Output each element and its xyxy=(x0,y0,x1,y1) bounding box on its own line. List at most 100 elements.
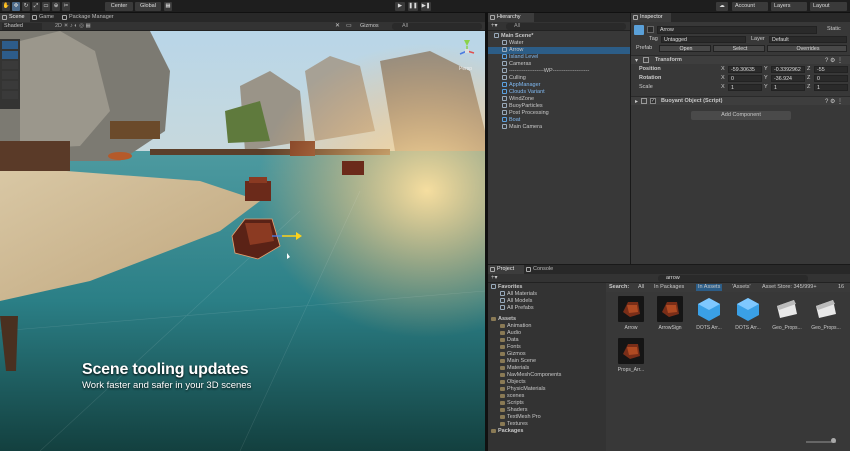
asset-tile[interactable]: DOTS Arr... xyxy=(731,296,765,336)
project-folder[interactable]: Objects xyxy=(488,379,526,386)
move-tool-icon[interactable]: ✥ xyxy=(12,2,20,11)
scale-y-axis-label[interactable]: Y xyxy=(764,84,768,91)
asset-tile[interactable]: Props_Arr... xyxy=(614,338,648,378)
shading-mode-dropdown[interactable]: Shaded xyxy=(2,23,42,30)
rect-tool-icon[interactable]: ▭ xyxy=(42,2,50,11)
rotation-z-axis-label[interactable]: Z xyxy=(807,75,810,82)
asset-tile[interactable]: Arrow xyxy=(614,296,648,336)
favorite-item[interactable]: All Models xyxy=(488,298,532,305)
position-x-axis-label[interactable]: X xyxy=(721,66,725,73)
grid-snap-icon[interactable]: ▦ xyxy=(164,2,172,11)
favorite-item[interactable]: All Materials xyxy=(488,291,537,298)
hierarchy-item[interactable]: Main Scene* xyxy=(488,33,630,40)
scale-tool-icon[interactable]: ⤢ xyxy=(32,2,40,11)
position-z-axis-label[interactable]: Z xyxy=(807,66,810,73)
position-x-field[interactable]: -59.30635 xyxy=(728,66,762,73)
project-folder[interactable]: Textures xyxy=(488,421,528,428)
rotate-tool-icon[interactable]: ↻ xyxy=(22,2,30,11)
rotation-y-axis-label[interactable]: Y xyxy=(764,75,768,82)
project-folder[interactable]: Fonts xyxy=(488,344,521,351)
project-folder[interactable]: Scripts xyxy=(488,400,524,407)
rotation-x-field[interactable]: 0 xyxy=(728,75,762,82)
project-folder[interactable]: Audio xyxy=(488,330,521,337)
persp-label[interactable]: Persp xyxy=(459,66,472,72)
scale-z-axis-label[interactable]: Z xyxy=(807,84,810,91)
fold-arrow-icon[interactable]: ▾ xyxy=(635,57,638,64)
cloud-icon[interactable]: ☁ xyxy=(716,2,728,11)
slider-handle[interactable] xyxy=(831,438,836,443)
overlay-move-icon[interactable] xyxy=(2,41,18,49)
position-y-axis-label[interactable]: Y xyxy=(764,66,768,73)
packages-folder[interactable]: Packages xyxy=(488,428,523,435)
hierarchy-item[interactable]: AppManager xyxy=(488,82,630,89)
static-toggle[interactable]: Static xyxy=(827,26,841,33)
component-menu-icon[interactable]: ? ⚙ ⋮ xyxy=(825,98,843,105)
search-filter-0[interactable]: All xyxy=(636,284,646,291)
layer-dropdown[interactable]: Default xyxy=(769,36,847,43)
project-folder[interactable]: Shaders xyxy=(488,407,528,414)
overlay-rect-icon[interactable] xyxy=(2,71,18,79)
buoyant-object-header[interactable]: ▸ ✓ Buoyant Object (Script) ? ⚙ ⋮ xyxy=(631,96,850,105)
transform-header[interactable]: ▾ Transform ? ⚙ ⋮ xyxy=(631,55,850,64)
scale-y-field[interactable]: 1 xyxy=(771,84,805,91)
asset-tile[interactable]: Geo_Props... xyxy=(770,296,804,336)
prefab-overrides-dropdown[interactable]: Overrides xyxy=(767,45,847,52)
scene-gizmo[interactable]: Persp xyxy=(455,37,483,75)
project-folder[interactable]: TextMesh Pro xyxy=(488,414,541,421)
project-folder[interactable]: Animation xyxy=(488,323,531,330)
overlay-rotate-icon[interactable] xyxy=(2,51,18,59)
buoy-object-right[interactable] xyxy=(342,161,364,175)
tab-console[interactable]: Console xyxy=(524,265,560,274)
fold-arrow-icon[interactable]: ▸ xyxy=(635,98,638,105)
scene-view-options[interactable]: 2D ☀ ♪ ◐ ◎ ▦ xyxy=(55,23,91,30)
hierarchy-item[interactable]: BuoyParticles xyxy=(488,103,630,110)
hierarchy-item[interactable]: Island Level xyxy=(488,54,630,61)
custom-tool-icon[interactable]: ✂ xyxy=(62,2,70,11)
project-folder[interactable]: NavMeshComponents xyxy=(488,372,561,379)
tag-dropdown[interactable]: Untagged xyxy=(661,36,746,43)
position-y-field[interactable]: -0.3392962 xyxy=(771,66,805,73)
tab-project[interactable]: Project xyxy=(488,265,524,274)
tab-scene[interactable]: Scene xyxy=(0,13,30,22)
project-search-input[interactable]: arrow xyxy=(658,275,808,282)
tab-package-manager[interactable]: Package Manager xyxy=(60,13,120,22)
overlay-transform-icon[interactable] xyxy=(2,81,18,89)
tab-inspector[interactable]: Inspector xyxy=(631,13,671,22)
rotation-y-field[interactable]: -36.924 xyxy=(771,75,805,82)
hierarchy-item[interactable]: WindZone xyxy=(488,96,630,103)
asset-tile[interactable]: Geo_Props... xyxy=(809,296,843,336)
pivot-global-button[interactable]: Global xyxy=(135,2,161,11)
scene-viewport[interactable]: Persp Scene tooling updates Work faster … xyxy=(0,31,485,451)
favorite-item[interactable]: All Prefabs xyxy=(488,305,534,312)
project-folder[interactable]: Data xyxy=(488,337,519,344)
search-filter-3[interactable]: 'Assets' xyxy=(730,284,753,291)
layout-dropdown[interactable]: Layout xyxy=(810,2,847,11)
transform-tool-icon[interactable]: ⊕ xyxy=(52,2,60,11)
assets-folder[interactable]: Assets xyxy=(488,316,516,323)
asset-tile[interactable]: ArrowSign xyxy=(653,296,687,336)
hierarchy-item[interactable]: Water xyxy=(488,40,630,47)
overlay-custom-icon[interactable] xyxy=(2,91,18,99)
create-plus-icon[interactable]: +▾ xyxy=(491,23,498,30)
account-dropdown[interactable]: Account xyxy=(732,2,768,11)
scale-x-field[interactable]: 1 xyxy=(728,84,762,91)
position-z-field[interactable]: -55 xyxy=(814,66,848,73)
hand-tool-icon[interactable]: ✋ xyxy=(2,2,10,11)
hierarchy-item[interactable]: Clouds Variant xyxy=(488,89,630,96)
gizmos-dropdown[interactable]: Gizmos xyxy=(360,23,379,30)
add-component-button[interactable]: Add Component xyxy=(691,111,791,120)
project-folder[interactable]: scenes xyxy=(488,393,524,400)
tools-icon[interactable]: ✕ xyxy=(335,23,340,30)
pause-button[interactable]: ❚❚ xyxy=(408,2,418,11)
tab-hierarchy[interactable]: Hierarchy xyxy=(488,13,534,22)
rotation-z-field[interactable]: 0 xyxy=(814,75,848,82)
active-checkbox[interactable] xyxy=(647,26,654,33)
play-button[interactable]: ▶ xyxy=(395,2,405,11)
component-enabled-checkbox[interactable]: ✓ xyxy=(650,98,656,104)
search-filter-2[interactable]: In Assets xyxy=(696,284,723,291)
favorites-item[interactable]: Favorites xyxy=(488,284,522,291)
rotation-x-axis-label[interactable]: X xyxy=(721,75,725,82)
camera-settings-icon[interactable]: ▭ xyxy=(346,23,352,30)
orientation-gizmo-icon[interactable] xyxy=(455,37,483,67)
object-name-field[interactable]: Arrow xyxy=(657,26,817,34)
